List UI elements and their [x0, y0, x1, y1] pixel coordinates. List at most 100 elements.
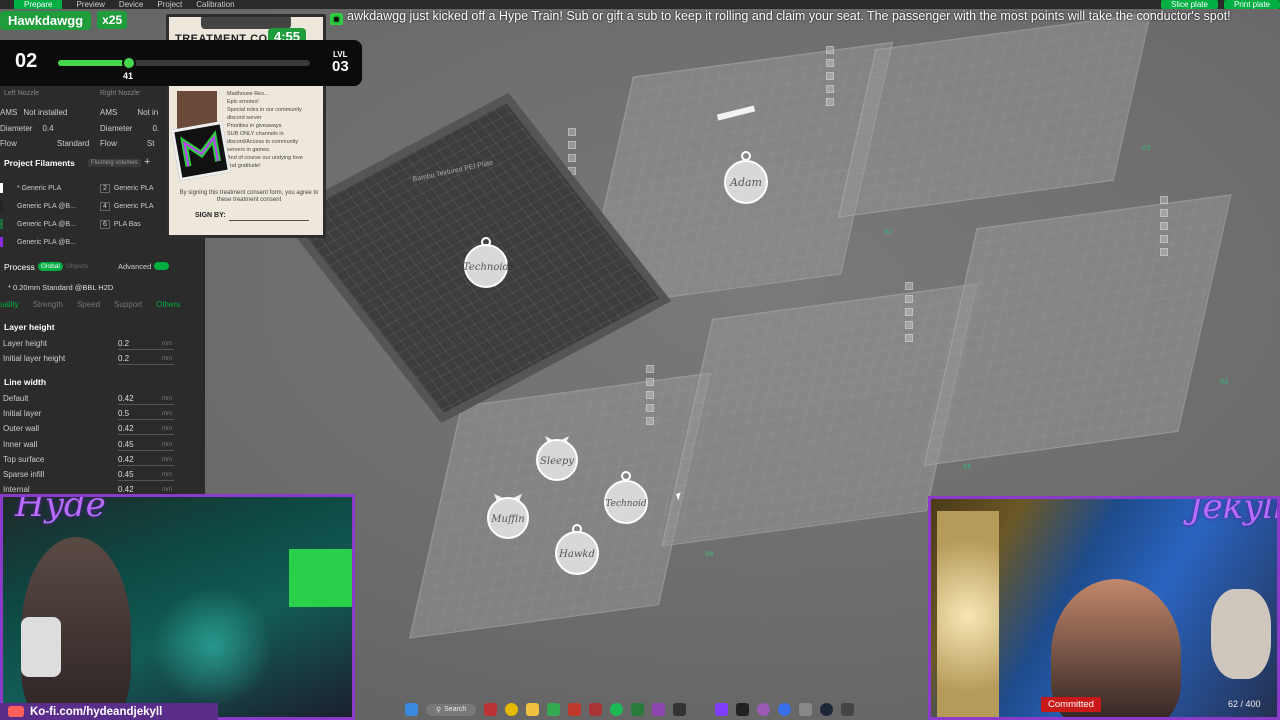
plate-number: 06 — [1220, 378, 1229, 386]
param-value: 0.42 — [118, 424, 134, 433]
slice-plate-button[interactable]: Slice plate — [1161, 0, 1218, 9]
ams-label: AMS — [0, 107, 18, 117]
filament-num: 6 — [100, 219, 110, 229]
param-unit: mm — [162, 411, 172, 417]
param-input[interactable]: 0.2 mm — [118, 354, 174, 365]
param-input[interactable]: 0.42 mm — [118, 394, 174, 405]
app-icon[interactable] — [631, 703, 645, 716]
progress-knob — [121, 56, 136, 70]
ornament-sleepy[interactable]: Sleepy — [531, 424, 583, 482]
streamer-name-hyde: Hyde — [15, 494, 106, 525]
flow-select-right[interactable]: St — [147, 139, 155, 148]
flushing-volumes-button[interactable]: Flushing volumes — [88, 159, 141, 167]
param-input[interactable]: 0.2 mm — [118, 339, 174, 350]
param-input[interactable]: 0.45 mm — [118, 440, 174, 451]
card-perk: SUB ONLY channels in — [227, 131, 284, 137]
param-unit: mm — [162, 457, 172, 463]
advanced-switch[interactable] — [154, 262, 169, 270]
hype-train-conductor: Hawkdawgg x25 — [0, 9, 150, 31]
diameter-select-right[interactable]: 0. — [152, 124, 159, 133]
param-unit: mm — [162, 396, 172, 402]
app-icon[interactable] — [673, 703, 687, 716]
plate-toolbar[interactable] — [826, 46, 834, 106]
tab-speed[interactable]: Speed — [77, 300, 100, 309]
filament-name[interactable]: * Generic PLA — [17, 185, 61, 192]
tab-preview[interactable]: Preview — [76, 0, 104, 9]
filament-name[interactable]: PLA Bas — [114, 221, 141, 228]
tab-others[interactable]: Others — [156, 300, 180, 309]
app-icon[interactable] — [568, 703, 582, 716]
param-value: 0.2 — [118, 339, 130, 348]
kofi-text: Ko-fi.com/hydeandjekyll — [30, 705, 163, 718]
param-input[interactable]: 0.42 mm — [118, 424, 174, 435]
windows-start-icon[interactable] — [405, 703, 418, 716]
param-label: Sparse infill — [3, 470, 45, 479]
tab-label: Preview — [76, 0, 105, 9]
diameter-select[interactable]: 0.4 — [42, 124, 53, 133]
tab-prepare[interactable]: Prepare — [14, 0, 63, 9]
param-unit: mm — [162, 341, 172, 347]
filament-name[interactable]: Generic PLA @B... — [17, 221, 76, 228]
app-icon[interactable] — [799, 703, 813, 716]
objects-toggle[interactable]: Objects — [66, 263, 88, 270]
svg-text:Sleepy: Sleepy — [540, 456, 574, 467]
filament-color-swatch[interactable] — [0, 219, 3, 229]
param-unit: mm — [162, 442, 172, 448]
add-filament-icon[interactable]: + — [144, 156, 150, 168]
app-icon[interactable] — [757, 703, 771, 716]
ornament-technoid-1[interactable]: Technoid — [462, 236, 510, 290]
ornament-adam[interactable]: Adam — [722, 150, 770, 206]
plate-toolbar[interactable] — [1160, 196, 1168, 256]
print-plate-button[interactable]: Print plate — [1223, 0, 1280, 9]
plate-06[interactable] — [923, 194, 1232, 466]
ornament-hawkd[interactable]: Hawkd — [552, 523, 602, 577]
param-label: Initial layer — [3, 409, 42, 418]
app-icon[interactable] — [484, 703, 498, 716]
global-toggle[interactable]: Global — [38, 262, 63, 271]
app-icon[interactable] — [778, 703, 792, 716]
app-icon[interactable] — [547, 703, 561, 716]
filament-color-swatch[interactable] — [0, 183, 3, 193]
filament-color-swatch[interactable] — [0, 201, 3, 211]
flow-select[interactable]: Standard — [57, 139, 89, 148]
tab-device[interactable]: Device — [119, 0, 143, 9]
param-unit: mm — [162, 426, 172, 432]
taskbar-search[interactable]: ⚲ Search — [426, 703, 477, 716]
filament-color-swatch[interactable] — [0, 237, 3, 247]
goal-counter: 62 / 400 — [1228, 699, 1261, 709]
app-icon[interactable] — [715, 703, 729, 716]
app-icon[interactable] — [841, 703, 855, 716]
app-icon[interactable] — [694, 703, 708, 716]
tab-calibration[interactable]: Calibration — [196, 0, 234, 9]
filament-name[interactable]: Generic PLA — [114, 185, 154, 192]
file-explorer-icon[interactable] — [526, 703, 540, 716]
chrome-icon[interactable] — [505, 703, 519, 716]
tab-quality[interactable]: uality — [0, 300, 19, 309]
committed-badge: Committed — [1041, 697, 1101, 712]
tab-strength[interactable]: Strength — [33, 300, 63, 309]
param-label: Outer wall — [3, 424, 40, 433]
slicer-topbar: Prepare Preview Device Project Calibrati… — [0, 0, 1280, 9]
ornament-technoid-2[interactable]: Technoid — [600, 470, 652, 526]
app-icon[interactable] — [652, 703, 666, 716]
steam-icon[interactable] — [820, 703, 834, 716]
process-profile-select[interactable]: * 0.20mm Standard @BBL H2D — [8, 283, 113, 292]
app-icon[interactable] — [589, 703, 603, 716]
param-input[interactable]: 0.5 mm — [118, 409, 174, 420]
param-input[interactable]: 0.42 mm — [118, 455, 174, 466]
app-icon[interactable] — [736, 703, 750, 716]
filament-name[interactable]: Generic PLA @B... — [17, 203, 76, 210]
tab-support[interactable]: Support — [114, 300, 142, 309]
tab-project[interactable]: Project — [157, 0, 182, 9]
plate-number: 04 — [705, 550, 714, 558]
plate-toolbar[interactable] — [905, 282, 913, 342]
filament-name[interactable]: Generic PLA — [114, 203, 154, 210]
param-input[interactable]: 0.45 mm — [118, 470, 174, 481]
spotify-icon[interactable] — [610, 703, 624, 716]
card-perk: and gratitude! — [227, 163, 261, 169]
kofi-banner[interactable]: Ko-fi.com/hydeandjekyll — [0, 703, 218, 720]
filament-name[interactable]: Generic PLA @B... — [17, 239, 76, 246]
plate-toolbar[interactable] — [646, 365, 654, 425]
signature-line — [229, 220, 309, 221]
ornament-muffin[interactable]: Muffin — [482, 482, 534, 540]
